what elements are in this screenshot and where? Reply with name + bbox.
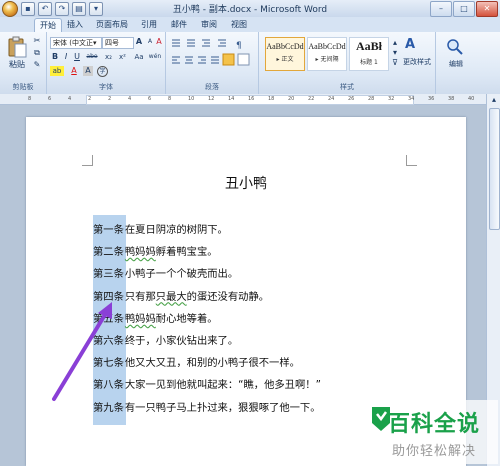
window-title: 丑小鸭 - 副本.docx - Microsoft Word	[172, 5, 328, 15]
change-styles-button[interactable]: 更改样式	[399, 56, 435, 68]
ruler-tick-label: 32	[388, 96, 395, 102]
style-heading-1[interactable]: AaBł 标题 1	[349, 37, 389, 71]
editing-group: 编辑	[436, 32, 476, 94]
ruler-tick-label: 8	[28, 96, 32, 102]
ruler-tick-label: 34	[408, 96, 415, 102]
font-name-combo[interactable]: 宋体 (中文正▾	[50, 37, 102, 49]
underline-button[interactable]: U	[72, 52, 82, 62]
ruler-tick-label: 26	[348, 96, 355, 102]
ruler-tick-label: 4	[68, 96, 72, 102]
italic-button[interactable]: I	[61, 52, 71, 62]
styles-scroll-up-icon[interactable]: ▴	[390, 38, 400, 48]
window-controls: – □ ✕	[430, 1, 498, 17]
watermark-brand: 百科全说	[388, 412, 481, 437]
enclose-characters-button[interactable]: 字	[97, 66, 108, 77]
ruler-tick-label: 20	[288, 96, 295, 102]
styles-group-label: 样式	[340, 83, 354, 91]
minimize-button[interactable]: –	[430, 1, 452, 17]
tab-review[interactable]: 审阅	[198, 18, 220, 32]
ruler-tick-label: 40	[468, 96, 475, 102]
paragraph-buttons[interactable]: ¶	[170, 37, 256, 73]
style-sample: AaBł	[355, 39, 382, 53]
font-size-combo[interactable]: 四号	[102, 37, 134, 49]
title-bar: ▪ ↶ ↷ ▤ ▾ 丑小鸭 - 副本.docx - Microsoft Word…	[0, 0, 500, 18]
ruler-tick-label: 14	[228, 96, 235, 102]
bold-button[interactable]: B	[50, 52, 60, 62]
ruler-tick-label: 16	[248, 96, 255, 102]
style-no-spacing[interactable]: AaBbCcDd ▸ 无间隔	[307, 37, 347, 71]
ruler-tick-label: 8	[168, 96, 172, 102]
close-button[interactable]: ✕	[476, 1, 498, 17]
grow-font-button[interactable]: A	[134, 37, 144, 47]
tab-view[interactable]: 视图	[228, 18, 250, 32]
change-styles-icon[interactable]: A	[405, 38, 419, 52]
font-color-button[interactable]: A	[69, 66, 79, 76]
tab-home[interactable]: 开始	[34, 18, 62, 33]
ruler-tick-label: 12	[208, 96, 215, 102]
editing-button[interactable]: 编辑	[440, 58, 472, 70]
tab-page-layout[interactable]: 页面布局	[92, 18, 132, 32]
ruler-tick-label: 24	[328, 96, 335, 102]
ruler-tick-label: 2	[108, 96, 112, 102]
subscript-button[interactable]: x₂	[102, 52, 115, 62]
superscript-button[interactable]: x²	[116, 52, 129, 62]
ruler-tick-label: 18	[268, 96, 275, 102]
tab-references[interactable]: 引用	[138, 18, 160, 32]
ruler-tick-label: 4	[128, 96, 132, 102]
format-painter-icon[interactable]: ✎	[32, 60, 42, 70]
horizontal-ruler[interactable]: 8 6 4 2 2 4 6 8 10 12 14 16 18 20 22 24 26 28 32 34 36 38 40	[0, 94, 500, 105]
scrollbar-thumb[interactable]	[489, 108, 500, 230]
paragraph-group: ¶ 段落	[166, 32, 259, 94]
copy-icon[interactable]: ⧉	[32, 48, 42, 58]
clipboard-group-label: 剪贴板	[12, 83, 34, 91]
ruler-tick-label: 6	[148, 96, 152, 102]
style-name: 标题 1	[360, 59, 378, 66]
tab-insert[interactable]: 插入	[64, 18, 86, 32]
ribbon: 粘贴 ✂ ⧉ ✎ 剪贴板 宋体 (中文正▾ 四号 A A A B I U abe…	[0, 32, 500, 95]
clipboard-group: 粘贴 ✂ ⧉ ✎ 剪贴板	[0, 32, 47, 94]
cut-icon[interactable]: ✂	[32, 36, 42, 46]
paste-icon[interactable]	[7, 36, 27, 58]
ruler-tick-label: 28	[368, 96, 375, 102]
font-group-label: 字体	[99, 83, 113, 91]
highlight-button[interactable]: ab	[50, 66, 64, 76]
maximize-button[interactable]: □	[453, 1, 475, 17]
watermark: 百科全说 助你轻松解决	[362, 400, 498, 464]
style-sample: AaBbCcDd	[308, 42, 346, 51]
ruler-tick-label: 38	[448, 96, 455, 102]
clear-format-button[interactable]: A	[154, 37, 164, 47]
style-normal[interactable]: AaBbCcDd ▸ 正文	[265, 37, 305, 71]
style-name: ▸ 正文	[276, 56, 294, 63]
ruler-tick-label: 10	[188, 96, 195, 102]
ribbon-tab-row: 开始 插入 页面布局 引用 邮件 审阅 视图	[0, 17, 500, 33]
tab-mailings[interactable]: 邮件	[168, 18, 190, 32]
style-name: ▸ 无间隔	[315, 56, 339, 63]
phonetic-guide-button[interactable]: wén	[148, 52, 162, 62]
svg-text:¶: ¶	[236, 41, 242, 51]
character-shading-button[interactable]: A	[83, 66, 93, 76]
find-icon[interactable]	[446, 38, 464, 56]
paste-button[interactable]: 粘贴	[4, 59, 30, 71]
font-group: 宋体 (中文正▾ 四号 A A A B I U abe x₂ x² Aa wén…	[47, 32, 166, 94]
ruler-tick-label: 22	[308, 96, 315, 102]
paragraph-group-label: 段落	[205, 83, 219, 91]
strikethrough-button[interactable]: abe	[84, 52, 100, 62]
style-sample: AaBbCcDd	[266, 42, 304, 51]
ruler-tick-label: 36	[428, 96, 435, 102]
watermark-subtitle: 助你轻松解决	[392, 444, 477, 459]
scroll-up-icon[interactable]: ▴	[489, 95, 499, 105]
ruler-tick-label: 2	[88, 96, 92, 102]
change-case-button[interactable]: Aa	[132, 52, 146, 62]
styles-group: AaBbCcDd ▸ 正文 AaBbCcDd ▸ 无间隔 AaBł 标题 1 ▴…	[259, 32, 436, 94]
ruler-tick-label: 6	[48, 96, 52, 102]
